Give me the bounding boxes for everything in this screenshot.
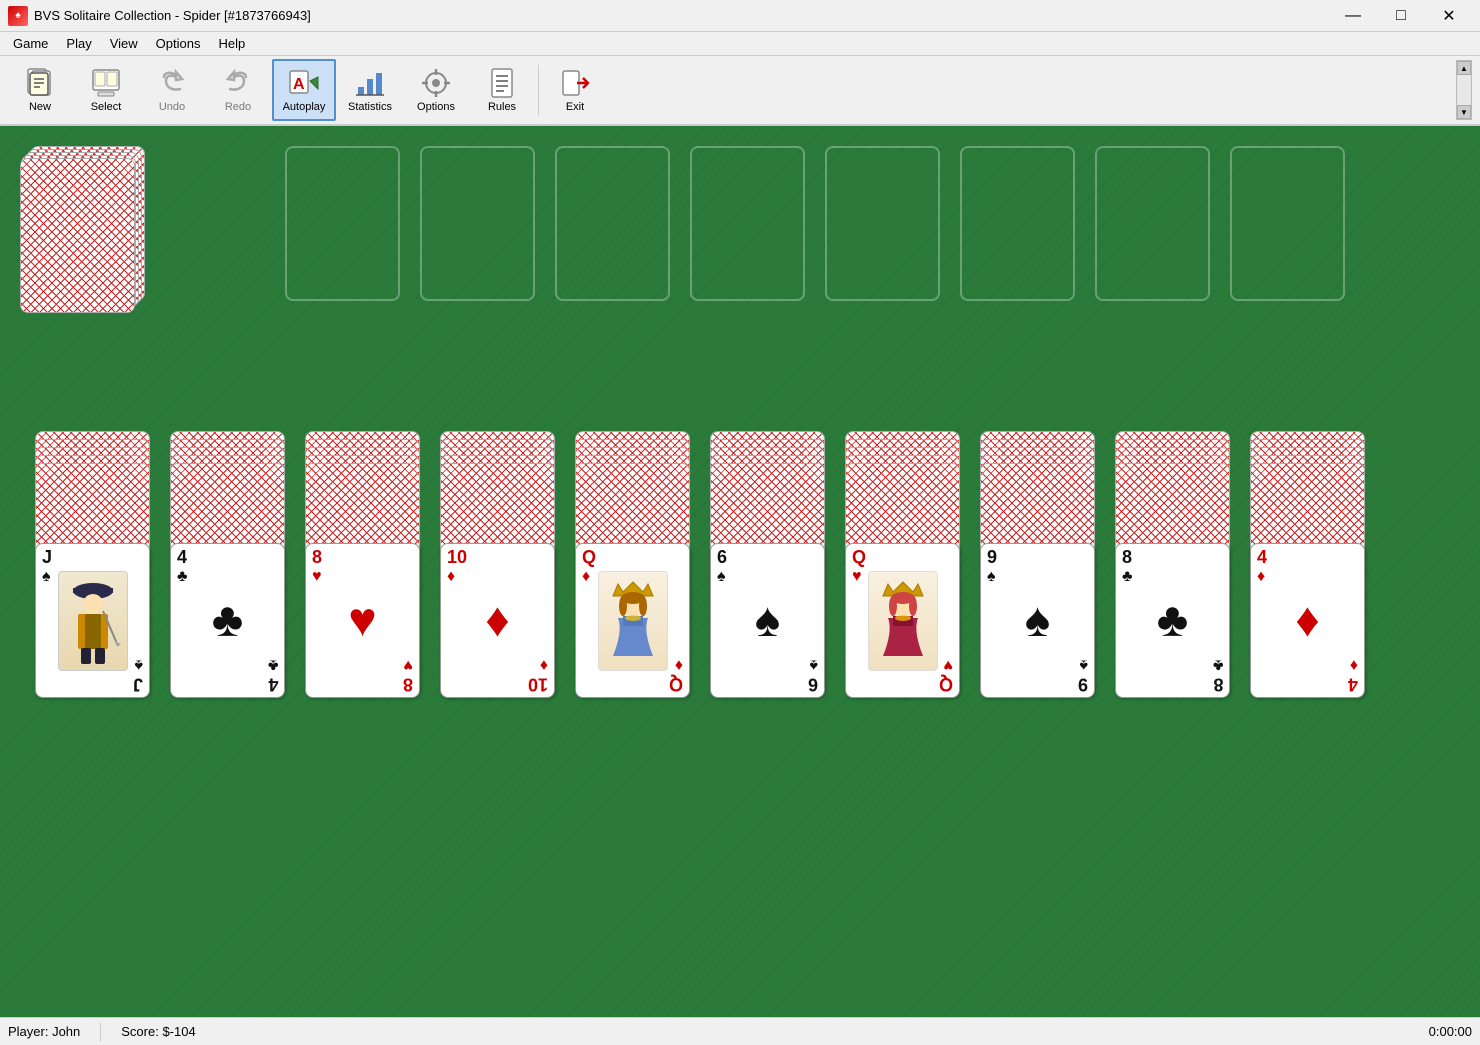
stock-pile[interactable] xyxy=(20,146,150,306)
column-9[interactable]: 8 ♣ ♣ 8 ♣ xyxy=(1115,431,1230,646)
foundation-slot-7 xyxy=(1095,146,1210,301)
column-6[interactable]: 6 ♠ ♠ 6 ♠ xyxy=(710,431,825,646)
maximize-button[interactable]: □ xyxy=(1378,0,1424,32)
player-info: Player: John xyxy=(8,1024,80,1039)
statistics-icon xyxy=(354,67,386,99)
card-4-diamonds[interactable]: 4 ♦ ♦ 4 ♦ xyxy=(1250,543,1365,698)
new-button[interactable]: New xyxy=(8,59,72,121)
foundation-slot-2 xyxy=(420,146,535,301)
svg-text:A: A xyxy=(293,76,305,93)
select-icon xyxy=(90,67,122,99)
column-4[interactable]: 10 ♦ ♦ 10 ♦ xyxy=(440,431,555,646)
foundation-slot-3 xyxy=(555,146,670,301)
options-button[interactable]: Options xyxy=(404,59,468,121)
exit-button[interactable]: Exit xyxy=(543,59,607,121)
column-1[interactable]: J ♠ xyxy=(35,431,150,646)
card-10-diamonds[interactable]: 10 ♦ ♦ 10 ♦ xyxy=(440,543,555,698)
redo-label: Redo xyxy=(225,101,251,113)
exit-icon xyxy=(559,67,591,99)
autoplay-button[interactable]: A Autoplay xyxy=(272,59,336,121)
stock-card-top[interactable] xyxy=(20,158,135,313)
card-q-hearts[interactable]: Q ♥ Q ♥ xyxy=(845,543,960,698)
foundation-slot-6 xyxy=(960,146,1075,301)
statusbar: Player: John Score: $-104 0:00:00 xyxy=(0,1017,1480,1045)
timer: 0:00:00 xyxy=(1429,1024,1472,1039)
titlebar: ♠ BVS Solitaire Collection - Spider [#18… xyxy=(0,0,1480,32)
options-icon xyxy=(420,67,452,99)
card-8-clubs[interactable]: 8 ♣ ♣ 8 ♣ xyxy=(1115,543,1230,698)
card-9-spades[interactable]: 9 ♠ ♠ 9 ♠ xyxy=(980,543,1095,698)
undo-button[interactable]: Undo xyxy=(140,59,204,121)
rules-icon xyxy=(486,67,518,99)
column-2[interactable]: 4 ♣ ♣ 4 ♣ xyxy=(170,431,285,646)
toolbar: New Select Undo Redo xyxy=(0,56,1480,126)
statistics-button[interactable]: Statistics xyxy=(338,59,402,121)
options-label: Options xyxy=(417,101,455,113)
toolbar-scrollbar[interactable]: ▲ ▼ xyxy=(1456,60,1472,120)
close-button[interactable]: ✕ xyxy=(1426,0,1472,32)
menu-view[interactable]: View xyxy=(101,33,147,54)
minimize-button[interactable]: — xyxy=(1330,0,1376,32)
card-j-spades[interactable]: J ♠ xyxy=(35,543,150,698)
foundation-slot-4 xyxy=(690,146,805,301)
select-label: Select xyxy=(91,101,122,113)
score-info: Score: $-104 xyxy=(121,1024,195,1039)
window-controls: — □ ✕ xyxy=(1330,0,1472,32)
status-separator-1 xyxy=(100,1023,101,1041)
card-6-spades[interactable]: 6 ♠ ♠ 6 ♠ xyxy=(710,543,825,698)
menu-game[interactable]: Game xyxy=(4,33,57,54)
column-7[interactable]: Q ♥ Q ♥ xyxy=(845,431,960,646)
undo-icon xyxy=(156,67,188,99)
new-label: New xyxy=(29,101,51,113)
menu-options[interactable]: Options xyxy=(147,33,210,54)
column-3[interactable]: 8 ♥ ♥ 8 ♥ xyxy=(305,431,420,646)
new-icon xyxy=(24,67,56,99)
select-button[interactable]: Select xyxy=(74,59,138,121)
game-area[interactable]: J ♠ xyxy=(0,126,1480,1017)
card-8-hearts[interactable]: 8 ♥ ♥ 8 ♥ xyxy=(305,543,420,698)
window-title: BVS Solitaire Collection - Spider [#1873… xyxy=(34,8,1330,23)
foundation-slot-5 xyxy=(825,146,940,301)
statistics-label: Statistics xyxy=(348,101,392,113)
card-q-diamonds[interactable]: Q ♦ xyxy=(575,543,690,698)
autoplay-icon: A xyxy=(288,67,320,99)
menubar: Game Play View Options Help xyxy=(0,32,1480,56)
menu-help[interactable]: Help xyxy=(209,33,254,54)
redo-icon xyxy=(222,67,254,99)
exit-label: Exit xyxy=(566,101,584,113)
rules-button[interactable]: Rules xyxy=(470,59,534,121)
menu-play[interactable]: Play xyxy=(57,33,100,54)
foundation-slot-8 xyxy=(1230,146,1345,301)
undo-label: Undo xyxy=(159,101,185,113)
column-10[interactable]: 4 ♦ ♦ 4 ♦ xyxy=(1250,431,1365,646)
app-icon: ♠ xyxy=(8,6,28,26)
foundation-slot-1 xyxy=(285,146,400,301)
redo-button[interactable]: Redo xyxy=(206,59,270,121)
autoplay-label: Autoplay xyxy=(283,101,326,113)
column-8[interactable]: 9 ♠ ♠ 9 ♠ xyxy=(980,431,1095,646)
column-5[interactable]: Q ♦ xyxy=(575,431,690,646)
toolbar-separator xyxy=(538,65,539,115)
card-4-clubs[interactable]: 4 ♣ ♣ 4 ♣ xyxy=(170,543,285,698)
rules-label: Rules xyxy=(488,101,516,113)
